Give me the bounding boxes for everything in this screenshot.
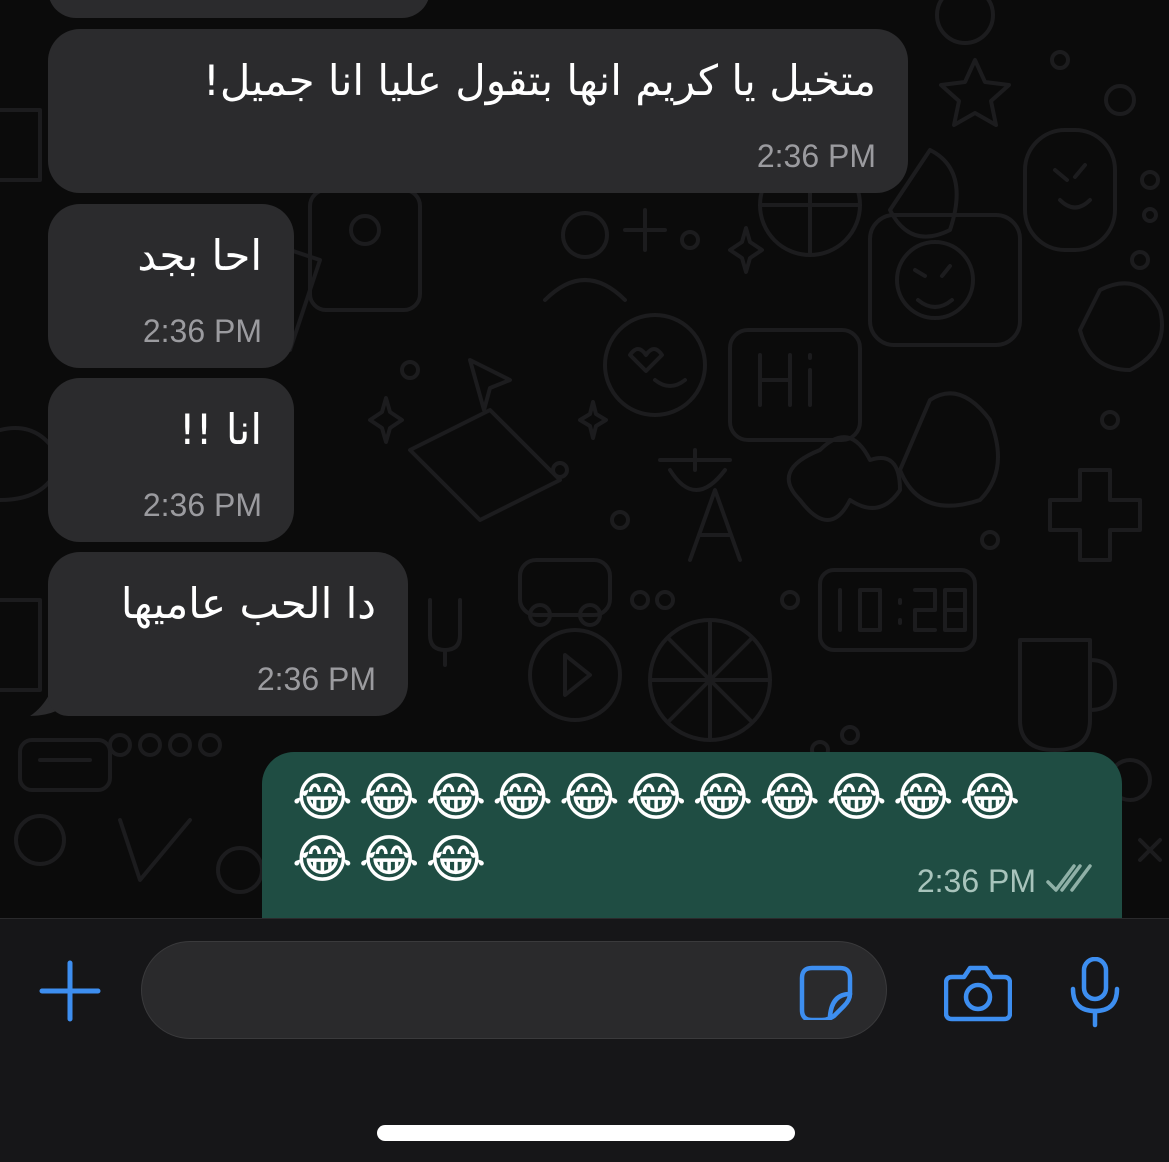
composer-bar (0, 918, 1169, 1162)
chat-area[interactable]: متخيل يا كريم انها بتقول عليا انا جميل! … (0, 0, 1169, 918)
message-bubble-incoming[interactable]: دا الحب عاميها 2:36 PM (48, 552, 408, 716)
home-indicator[interactable] (377, 1125, 795, 1141)
previous-message-bubble[interactable] (48, 0, 430, 18)
message-text: دا الحب عاميها (120, 579, 376, 628)
read-receipt-icon (1046, 864, 1092, 892)
message-bubble-incoming[interactable]: متخيل يا كريم انها بتقول عليا انا جميل! … (48, 29, 908, 193)
chat-screen: متخيل يا كريم انها بتقول عليا انا جميل! … (0, 0, 1169, 1162)
message-time: 2:36 PM (142, 313, 262, 349)
message-input[interactable] (170, 942, 794, 1040)
message-bubble-incoming[interactable]: انا !! 2:36 PM (48, 378, 294, 542)
message-text: متخيل يا كريم انها بتقول عليا انا جميل! (202, 56, 876, 105)
message-input-field[interactable] (141, 941, 887, 1040)
message-time: 2:36 PM (142, 487, 262, 523)
message-bubble-outgoing[interactable]: 😂😂😂😂😂😂😂😂😂😂😂 😂😂😂 2:36 PM (262, 752, 1122, 918)
microphone-icon[interactable] (1068, 957, 1122, 1029)
camera-icon[interactable] (944, 963, 1012, 1023)
message-time: 2:36 PM (256, 661, 376, 697)
message-bubble-incoming[interactable]: احا بجد 2:36 PM (48, 204, 294, 368)
message-time: 2:36 PM (756, 138, 876, 174)
message-text: احا بجد (137, 231, 262, 280)
plus-icon[interactable] (38, 959, 102, 1023)
emoji-line-1: 😂😂😂😂😂😂😂😂😂😂😂 (292, 768, 1027, 828)
message-time: 2:36 PM (916, 863, 1036, 899)
emoji-line-2: 😂😂😂 (292, 830, 493, 890)
sticker-icon[interactable] (798, 964, 854, 1020)
message-text: انا !! (178, 405, 262, 454)
